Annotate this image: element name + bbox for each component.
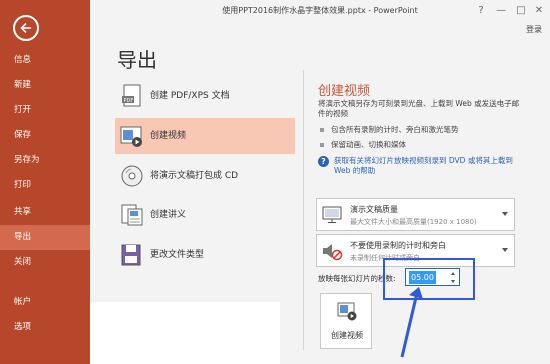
bullet-item: 包含所有录制的计时、旁白和激光笔势 [320,124,459,135]
minimize-icon[interactable]: — [490,0,512,22]
export-option-handouts[interactable]: 创建讲义 [115,197,295,233]
video-icon [119,123,145,149]
quality-dropdown[interactable]: 演示文稿质量 最大文件大小和最高质量(1920 x 1080) [316,198,515,231]
timings-title: 不要使用录制的计时和旁白 [350,241,446,250]
nav-open[interactable]: 打开 [0,98,90,123]
export-option-change-file-type[interactable]: 更改文件类型 [115,237,295,273]
export-option-video[interactable]: 创建视频 [115,118,295,154]
bullet-item: 保留动画、切换和媒体 [320,139,406,150]
quality-subtitle: 最大文件大小和最高质量(1920 x 1080) [350,218,477,226]
help-question-icon: ? [318,156,329,167]
title-bar: 使用PPT2016制作水晶字整体效果.pptx - PowerPoint ? —… [90,0,550,22]
nav-share[interactable]: 共享 [0,200,90,225]
help-icon[interactable]: ? [470,0,492,22]
nav-info[interactable]: 信息 [0,48,90,73]
quality-title: 演示文稿质量 [350,205,398,214]
panel-title: 创建视频 [318,84,371,99]
chevron-down-icon [502,248,508,252]
nav-options[interactable]: 选项 [0,315,90,340]
monitor-icon [321,204,343,226]
close-icon[interactable]: ✕ [528,0,550,22]
nav-print[interactable]: 打印 [0,173,90,198]
file-type-icon [119,242,145,268]
export-option-label: 创建 PDF/XPS 文档 [150,91,230,101]
export-option-package-cd[interactable]: 将演示文稿打包成 CD [115,158,295,194]
nav-save[interactable]: 保存 [0,123,90,148]
export-option-label: 更改文件类型 [150,250,205,260]
panel-description: 将演示文稿另存为可刻录到光盘、上载到 Web 或发送电子邮件的视频 [318,99,520,118]
help-link-text[interactable]: 获取有关将幻灯片放映视频刻录到 DVD 或将其上载到 Web 的帮助 [334,156,524,176]
blank-area [90,302,280,364]
annotation-arrow [400,287,423,358]
export-option-pdf[interactable]: PDF 创建 PDF/XPS 文档 [115,78,295,114]
nav-new[interactable]: 新建 [0,73,90,98]
pdf-document-icon: PDF [119,83,145,109]
no-narration-icon [321,240,343,262]
video-icon [336,300,358,322]
nav-account[interactable]: 帐户 [0,290,90,315]
handout-icon [119,202,145,228]
export-option-label: 创建讲义 [150,210,187,220]
chevron-down-icon [502,212,508,216]
create-video-button[interactable]: 创建视频 [320,293,372,349]
nav-save-as[interactable]: 另存为 [0,148,90,173]
backstage-sidebar: 信息 新建 打开 保存 另存为 打印 共享 导出 关闭 帐户 选项 [0,0,90,364]
back-arrow-icon[interactable] [13,15,39,41]
divider [303,70,304,350]
page-title: 导出 [117,48,157,72]
svg-text:PDF: PDF [124,98,134,104]
nav-close[interactable]: 关闭 [0,250,90,275]
export-option-label: 创建视频 [150,131,187,141]
nav-export[interactable]: 导出 [0,225,90,250]
cd-icon [119,163,145,189]
export-option-label: 将演示文稿打包成 CD [150,171,239,181]
sign-in-link[interactable]: 登录 [526,24,542,35]
create-video-label: 创建视频 [331,331,363,340]
